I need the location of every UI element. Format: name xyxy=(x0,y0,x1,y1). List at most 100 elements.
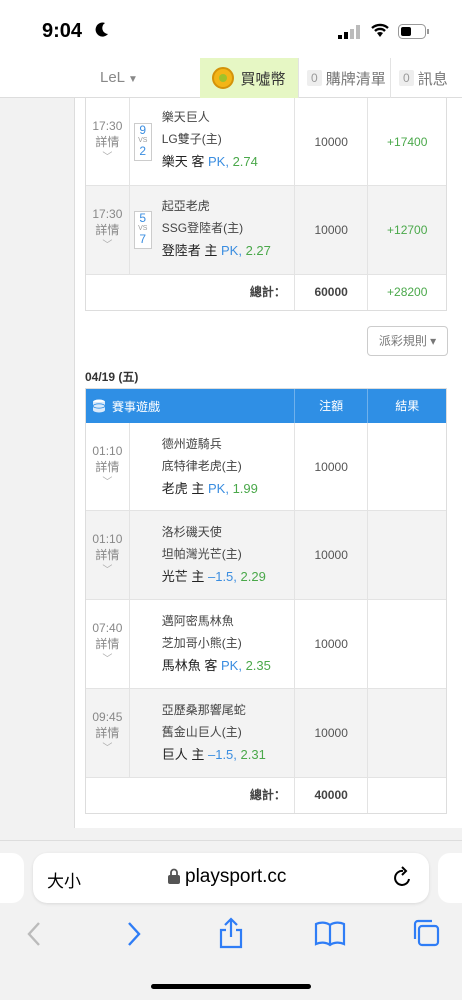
total-result xyxy=(368,778,446,813)
game-cell: 5 VS 7 起亞老虎 SSG登陸者(主) 登陸者 主 PK, 2.27 xyxy=(130,186,295,274)
bets-table: 賽事遊戲 注額 結果 01:10 詳情 ﹀ 德州遊騎兵 底特律老虎(主) 老虎 … xyxy=(85,388,447,814)
browser-chrome: 大小 playsport.cc xyxy=(0,840,462,1000)
game-cell: 邁阿密馬林魚 芝加哥小熊(主) 馬林魚 客 PK, 2.35 xyxy=(130,600,295,688)
site-navbar: LeL ▼ 買噓幣 0 購牌清單 0 訊息 xyxy=(0,58,462,98)
team-home: 底特律老虎(主) xyxy=(161,459,242,473)
pick-odds: 2.29 xyxy=(240,569,266,584)
moon-icon xyxy=(95,22,108,37)
game-time: 01:10 xyxy=(92,444,123,458)
game-time: 01:10 xyxy=(92,532,123,546)
total-label: 總計： xyxy=(86,275,295,310)
team-away: 邁阿密馬林魚 xyxy=(161,614,234,628)
bookmarks-icon[interactable] xyxy=(314,921,346,947)
chevron-down-icon[interactable]: ﹀ xyxy=(86,238,129,254)
table-row: 09:45 詳情 ﹀ 亞歷桑那響尾蛇 舊金山巨人(主) 巨人 主 –1.5, 2… xyxy=(86,689,446,778)
score-home: 7 xyxy=(139,232,147,246)
chevron-down-icon[interactable]: ﹀ xyxy=(86,475,129,491)
score-away: 9 xyxy=(139,123,147,137)
total-label: 總計： xyxy=(86,778,295,813)
pick-line: PK, xyxy=(220,658,242,673)
message-label: 訊息 xyxy=(417,70,448,88)
detail-link[interactable]: 詳情 xyxy=(86,134,129,150)
time-cell: 17:30 詳情 ﹀ xyxy=(86,186,130,274)
chevron-down-icon[interactable]: ﹀ xyxy=(86,741,129,757)
header-bet: 注額 xyxy=(295,389,369,423)
message-count: 0 xyxy=(399,70,414,86)
detail-link[interactable]: 詳情 xyxy=(86,222,129,238)
pick-team: 馬林魚 客 xyxy=(161,658,218,673)
time-cell: 09:45 詳情 ﹀ xyxy=(86,689,130,777)
back-icon[interactable] xyxy=(26,921,42,947)
detail-link[interactable]: 詳情 xyxy=(86,547,129,563)
team-home: 芝加哥小熊(主) xyxy=(161,636,242,650)
bet-result xyxy=(368,423,446,510)
cart-label: 購牌清單 xyxy=(325,70,386,88)
bet-amount: 10000 xyxy=(295,423,369,510)
game-cell: 德州遊騎兵 底特律老虎(主) 老虎 主 PK, 1.99 xyxy=(130,423,295,510)
chevron-down-icon[interactable]: ﹀ xyxy=(86,652,129,668)
bet-result: +12700 xyxy=(387,223,428,237)
forward-icon[interactable] xyxy=(126,921,142,947)
bet-result: +17400 xyxy=(387,134,428,149)
signal-icon xyxy=(338,25,360,39)
pick-odds: 1.99 xyxy=(232,481,258,496)
total-amount: 60000 xyxy=(295,275,369,310)
team-home: SSG登陸者(主) xyxy=(161,221,244,235)
total-result: +28200 xyxy=(387,285,428,299)
team-home: 坦帕灣光芒(主) xyxy=(161,547,242,561)
header-game: 賽事遊戲 xyxy=(86,389,295,423)
pick-odds: 2.27 xyxy=(245,243,271,258)
bet-result xyxy=(368,689,446,777)
detail-link[interactable]: 詳情 xyxy=(86,459,129,475)
message-link[interactable]: 0 訊息 xyxy=(390,58,462,98)
coin-icon xyxy=(212,67,235,89)
total-amount: 40000 xyxy=(295,778,369,813)
table-row: 17:30 詳情 ﹀ 9 VS 2 樂天巨人 LG雙子(主) 樂天 客 PK, 2.… xyxy=(86,98,446,186)
pick: 光芒 主 –1.5, 2.29 xyxy=(162,565,294,589)
time-cell: 01:10 詳情 ﹀ xyxy=(86,423,130,510)
status-bar: 9:04 xyxy=(0,0,462,58)
chevron-down-icon[interactable]: ﹀ xyxy=(86,563,129,579)
team-home: 舊金山巨人(主) xyxy=(161,725,242,739)
detail-link[interactable]: 詳情 xyxy=(86,725,129,741)
url-text[interactable]: playsport.cc xyxy=(185,866,286,888)
chevron-down-icon[interactable]: ﹀ xyxy=(86,150,129,166)
text-size-button[interactable]: 大小 xyxy=(47,867,81,892)
bet-result xyxy=(368,600,446,688)
section-date: 04/19 (五) xyxy=(85,370,139,384)
game-time: 07:40 xyxy=(92,621,123,635)
game-time: 17:30 xyxy=(92,207,123,221)
table-row: 17:30 詳情 ﹀ 5 VS 7 起亞老虎 SSG登陸者(主) 登陸者 主 PK,… xyxy=(86,186,446,275)
game-cell: 亞歷桑那響尾蛇 舊金山巨人(主) 巨人 主 –1.5, 2.31 xyxy=(130,689,295,777)
next-tab-preview[interactable] xyxy=(438,853,462,903)
payout-rules-button[interactable]: 派彩規則 ▾ xyxy=(367,326,448,356)
table-row: 01:10 詳情 ﹀ 洛杉磯天使 坦帕灣光芒(主) 光芒 主 –1.5, 2.2… xyxy=(86,511,446,600)
game-cell: 9 VS 2 樂天巨人 LG雙子(主) 樂天 客 PK, 2.74 xyxy=(130,98,295,185)
address-bar[interactable]: 大小 playsport.cc xyxy=(33,853,429,903)
total-row: 總計： 60000 +28200 xyxy=(86,275,446,310)
pick-odds: 2.35 xyxy=(245,658,271,673)
user-menu[interactable]: LeL ▼ xyxy=(100,69,138,86)
tabs-icon[interactable] xyxy=(412,919,440,947)
pick: 樂天 客 PK, 2.74 xyxy=(162,150,294,174)
detail-link[interactable]: 詳情 xyxy=(86,636,129,652)
bet-amount: 10000 xyxy=(295,511,369,599)
share-icon[interactable] xyxy=(218,917,244,949)
game-time: 09:45 xyxy=(92,710,123,724)
buy-coin-label: 買噓幣 xyxy=(240,70,286,88)
cart-link[interactable]: 0 購牌清單 xyxy=(298,58,390,98)
pick-odds: 2.31 xyxy=(240,747,266,762)
reload-icon[interactable] xyxy=(393,866,413,888)
battery-icon xyxy=(398,24,429,39)
pick: 馬林魚 客 PK, 2.35 xyxy=(162,654,294,678)
pick-team: 老虎 主 xyxy=(161,481,205,496)
previous-tab-preview[interactable] xyxy=(0,853,24,903)
home-indicator xyxy=(151,984,311,989)
pick: 巨人 主 –1.5, 2.31 xyxy=(162,743,294,767)
table-row: 07:40 詳情 ﹀ 邁阿密馬林魚 芝加哥小熊(主) 馬林魚 客 PK, 2.3… xyxy=(86,600,446,689)
main-content: 17:30 詳情 ﹀ 9 VS 2 樂天巨人 LG雙子(主) 樂天 客 PK, 2.… xyxy=(74,98,462,828)
pick-line: PK, xyxy=(207,154,229,169)
total-row: 總計： 40000 xyxy=(86,778,446,813)
pick-line: –1.5, xyxy=(207,569,237,584)
buy-coin-button[interactable]: 買噓幣 xyxy=(200,58,298,98)
